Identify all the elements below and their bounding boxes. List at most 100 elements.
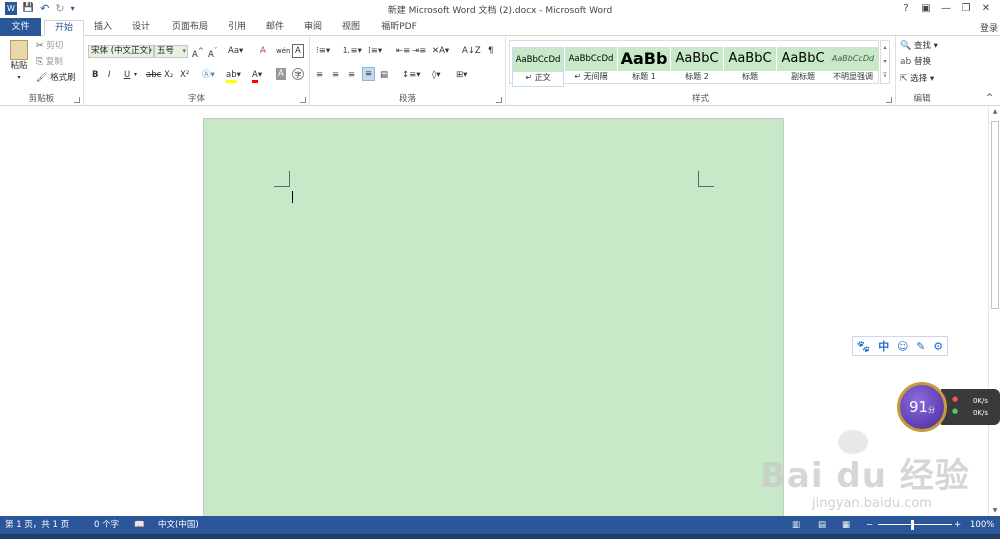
styles-gallery-scroll[interactable]: ▴ ▾ ⊽ bbox=[880, 40, 890, 84]
font-size-select[interactable]: 五号 ▾ bbox=[154, 45, 188, 58]
scrollbar-thumb[interactable] bbox=[991, 121, 999, 309]
subscript-button[interactable]: X₂ bbox=[164, 69, 173, 81]
format-painter-button[interactable]: 🖌 格式刷 bbox=[36, 72, 76, 84]
show-marks-icon[interactable]: ¶ bbox=[488, 45, 493, 57]
speed-widget[interactable]: 0K/s 0K/s ● ● 91分 bbox=[897, 382, 1000, 432]
borders-icon[interactable]: ⊞▾ bbox=[456, 69, 467, 81]
strikethrough-button[interactable]: abc bbox=[146, 69, 161, 81]
restore-icon[interactable]: ❐ bbox=[956, 1, 976, 16]
tab-view[interactable]: 视图 bbox=[336, 20, 366, 36]
decrease-indent-icon[interactable]: ⇤≡ bbox=[396, 45, 410, 57]
pen-icon[interactable]: ✎ bbox=[916, 340, 925, 353]
paragraph-launcher-icon[interactable] bbox=[496, 97, 502, 103]
styles-launcher-icon[interactable] bbox=[886, 97, 892, 103]
tab-references[interactable]: 引用 bbox=[222, 20, 252, 36]
character-border-icon[interactable]: A bbox=[292, 44, 304, 58]
settings-icon[interactable]: ⚙ bbox=[933, 340, 943, 353]
justify-icon[interactable]: ≡ bbox=[362, 67, 376, 81]
print-layout-icon[interactable]: ▤ bbox=[818, 519, 826, 531]
login-link[interactable]: 登录 bbox=[980, 21, 998, 34]
more-icon[interactable]: ⊽ bbox=[881, 69, 889, 83]
emoji-icon[interactable]: ☺ bbox=[897, 340, 908, 353]
tab-home[interactable]: 开始 bbox=[44, 20, 84, 36]
window-controls: ? ▣ — ❐ ✕ bbox=[896, 1, 996, 16]
document-page[interactable] bbox=[203, 118, 784, 518]
page-count[interactable]: 第 1 页，共 1 页 bbox=[5, 519, 69, 531]
style-title[interactable]: AaBbC 标题 bbox=[724, 47, 776, 87]
chevron-up-icon[interactable]: ▲ bbox=[989, 108, 1000, 115]
copy-button[interactable]: ⎘ 复制 bbox=[36, 56, 63, 68]
text-effects-icon[interactable]: Ⓐ▾ bbox=[202, 69, 215, 81]
font-family-select[interactable]: 宋体 (中文正文) ▾ bbox=[88, 45, 154, 58]
underline-button[interactable]: U bbox=[124, 69, 130, 81]
bullets-icon[interactable]: ⁝≡▾ bbox=[316, 45, 330, 57]
tab-file[interactable]: 文件 bbox=[0, 18, 41, 36]
phonetic-guide-icon[interactable]: wén bbox=[276, 45, 290, 57]
grow-font-button[interactable]: A^ bbox=[192, 45, 204, 61]
clipboard-launcher-icon[interactable] bbox=[74, 97, 80, 103]
highlight-icon[interactable]: ab▾ bbox=[226, 69, 241, 83]
paste-label: 粘贴 bbox=[10, 61, 28, 71]
minimize-icon[interactable]: — bbox=[936, 1, 956, 16]
zoom-out-icon[interactable]: − bbox=[866, 519, 873, 531]
paw-icon[interactable]: 🐾 bbox=[857, 340, 871, 353]
style-heading-1[interactable]: AaBb 标题 1 bbox=[618, 47, 670, 87]
chevron-up-icon[interactable]: ▴ bbox=[881, 41, 889, 55]
tab-review[interactable]: 审阅 bbox=[298, 20, 328, 36]
multilevel-list-icon[interactable]: ⁞≡▾ bbox=[368, 45, 382, 57]
enclose-characters-icon[interactable]: 字 bbox=[292, 68, 304, 80]
asian-layout-icon[interactable]: ✕A▾ bbox=[432, 45, 449, 57]
line-spacing-icon[interactable]: ↕≡▾ bbox=[402, 69, 421, 81]
paste-button[interactable]: 粘贴 ▾ bbox=[6, 40, 32, 84]
chinese-mode-button[interactable]: 中 bbox=[878, 338, 889, 354]
zoom-in-icon[interactable]: + bbox=[954, 519, 961, 531]
web-layout-icon[interactable]: ▦ bbox=[842, 519, 850, 531]
clear-format-icon[interactable]: A̶ bbox=[260, 45, 266, 57]
tab-foxit-pdf[interactable]: 福昕PDF bbox=[374, 20, 424, 36]
proofing-icon[interactable]: 📖 bbox=[134, 519, 145, 531]
italic-button[interactable]: I bbox=[108, 69, 111, 81]
align-left-icon[interactable]: ≡ bbox=[316, 69, 323, 81]
speed-panel: 0K/s 0K/s ● ● bbox=[941, 389, 1000, 425]
shrink-font-button[interactable]: Aˇ bbox=[208, 45, 217, 61]
tab-mailings[interactable]: 邮件 bbox=[260, 20, 290, 36]
chevron-down-icon[interactable]: ▾ bbox=[881, 55, 889, 69]
tab-insert[interactable]: 插入 bbox=[86, 20, 120, 36]
tab-page-layout[interactable]: 页面布局 bbox=[164, 20, 216, 36]
numbering-icon[interactable]: ⒈≡▾ bbox=[342, 45, 362, 57]
align-right-icon[interactable]: ≡ bbox=[348, 69, 355, 81]
increase-indent-icon[interactable]: ⇥≡ bbox=[412, 45, 426, 57]
ribbon-display-icon[interactable]: ▣ bbox=[916, 1, 936, 16]
help-icon[interactable]: ? bbox=[896, 1, 916, 16]
sort-icon[interactable]: A↓Z bbox=[462, 45, 481, 57]
style-heading-2[interactable]: AaBbC 标题 2 bbox=[671, 47, 723, 87]
bold-button[interactable]: B bbox=[92, 69, 98, 81]
close-icon[interactable]: ✕ bbox=[976, 1, 996, 16]
read-mode-icon[interactable]: ▥ bbox=[792, 519, 800, 531]
find-button[interactable]: 🔍 查找 ▾ bbox=[900, 40, 938, 52]
language[interactable]: 中文(中国) bbox=[158, 519, 199, 531]
distributed-icon[interactable]: ▤ bbox=[380, 69, 388, 81]
character-shading-icon[interactable]: A bbox=[276, 68, 286, 80]
select-button[interactable]: ⇱ 选择 ▾ bbox=[900, 73, 934, 85]
word-count[interactable]: 0 个字 bbox=[94, 519, 119, 531]
replace-button[interactable]: ab 替换 bbox=[900, 56, 931, 68]
font-launcher-icon[interactable] bbox=[300, 97, 306, 103]
zoom-level[interactable]: 100% bbox=[970, 519, 994, 531]
zoom-slider-thumb[interactable] bbox=[911, 520, 914, 530]
style-normal[interactable]: AaBbCcDd ↵ 正文 bbox=[512, 47, 564, 87]
tab-design[interactable]: 设计 bbox=[124, 20, 158, 36]
style-subtitle[interactable]: AaBbC 副标题 bbox=[777, 47, 829, 87]
style-subtle-emphasis[interactable]: AaBbCcDd 不明显强调 bbox=[828, 47, 878, 87]
collapse-ribbon-icon[interactable]: ^ bbox=[986, 92, 993, 104]
superscript-button[interactable]: X² bbox=[180, 69, 189, 81]
cut-button[interactable]: ✂ 剪切 bbox=[36, 40, 63, 52]
align-center-icon[interactable]: ≡ bbox=[332, 69, 339, 81]
zoom-slider[interactable] bbox=[878, 524, 952, 525]
font-color-icon[interactable]: A▾ bbox=[252, 69, 262, 83]
change-case-button[interactable]: Aa▾ bbox=[228, 45, 243, 57]
shading-icon[interactable]: ◊▾ bbox=[432, 69, 440, 81]
chevron-down-icon[interactable]: ▼ bbox=[989, 507, 1000, 514]
chevron-down-icon[interactable]: ▾ bbox=[134, 69, 137, 81]
style-no-spacing[interactable]: AaBbCcDd ↵ 无间隔 bbox=[565, 47, 617, 87]
